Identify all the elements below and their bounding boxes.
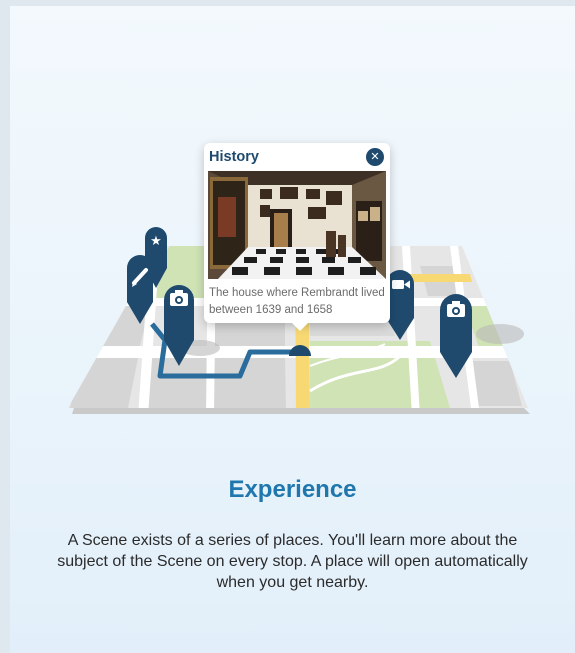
place-info-popup[interactable]: History ✕ The house where Rembrandt live… (204, 143, 390, 331)
onboarding-screen: ★ History ✕ The house where Rembrandt li… (10, 6, 575, 653)
intro-description: A Scene exists of a series of places. Yo… (57, 532, 528, 591)
museum-interior-image (208, 171, 386, 279)
popup-title: History (209, 149, 259, 165)
close-icon[interactable]: ✕ (366, 148, 384, 166)
star-icon: ★ (150, 233, 162, 248)
popup-pointer (290, 321, 310, 331)
page-title: Experience (228, 476, 357, 503)
popup-caption: The house where Rembrandt lived between … (209, 287, 385, 316)
